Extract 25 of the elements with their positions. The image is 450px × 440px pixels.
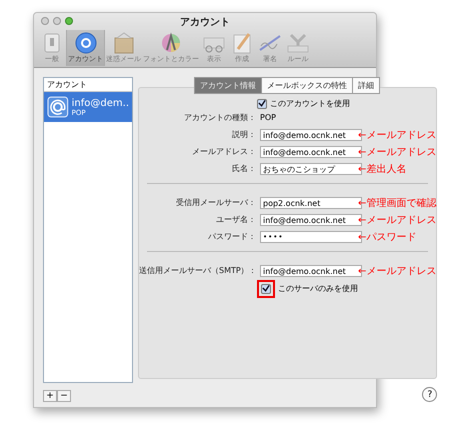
add-button[interactable]: + xyxy=(43,390,57,402)
field-label: 送信用メールサーバ（SMTP）： xyxy=(139,265,258,276)
checkbox[interactable] xyxy=(257,98,267,108)
field-label: アカウントの種類： xyxy=(183,112,257,123)
field-label: パスワード： xyxy=(207,231,257,242)
field-label: ユーザ名： xyxy=(215,214,257,225)
close-button[interactable] xyxy=(41,17,49,25)
field-label: 受信用メールサーバ： xyxy=(175,197,257,208)
account-name: info@dem.. xyxy=(72,98,129,108)
window-title: アカウント xyxy=(180,16,230,28)
field-label: 説明： xyxy=(231,129,257,140)
minimize-button[interactable] xyxy=(53,17,61,25)
help-button[interactable]: ? xyxy=(422,387,438,402)
tab[interactable]: 詳細 xyxy=(352,77,380,94)
remove-button[interactable]: − xyxy=(57,390,71,402)
checkbox-label: このアカウントを使用 xyxy=(270,98,350,109)
tab[interactable]: アカウント情報 xyxy=(194,77,262,94)
field-label: 氏名： xyxy=(231,163,257,174)
zoom-button[interactable] xyxy=(65,17,73,25)
checkbox[interactable] xyxy=(261,284,271,294)
tab[interactable]: メールボックスの特性 xyxy=(261,77,354,94)
rules-icon xyxy=(285,32,311,54)
field-label: メールアドレス： xyxy=(191,146,257,157)
account-type-value: POP xyxy=(260,113,276,122)
checkbox-label: このサーバのみを使用 xyxy=(278,283,358,294)
